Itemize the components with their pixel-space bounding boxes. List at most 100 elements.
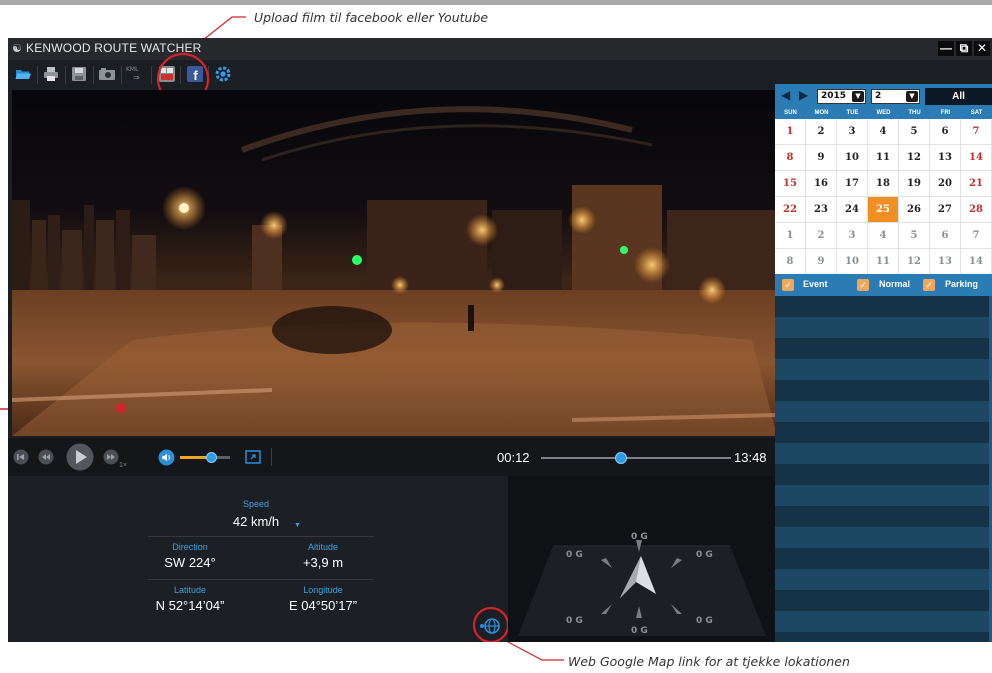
list-item[interactable] [775, 401, 989, 422]
fullscreen-icon[interactable] [245, 449, 261, 465]
fast-forward-icon[interactable] [103, 449, 119, 465]
print-icon[interactable] [42, 65, 60, 83]
speed-dropdown-icon[interactable]: ▼ [294, 522, 301, 529]
list-item[interactable] [775, 569, 989, 590]
calendar-day[interactable]: 26 [899, 197, 930, 223]
restore-button[interactable]: ⧉ [956, 41, 972, 56]
volume-slider-knob[interactable] [206, 452, 217, 463]
toolbar-separator [93, 66, 94, 84]
next-month-icon[interactable]: ▶ [799, 88, 808, 102]
calendar-grid: 1 2 3 4 5 6 7 8 9 10 11 12 13 14 15 16 17 18 19 20 21 22 23 24 2… [775, 119, 992, 275]
calendar-day[interactable]: 10 [837, 249, 868, 275]
year-select[interactable]: 2015 ▼ [817, 89, 866, 104]
longitude-label: Longitude [303, 585, 343, 595]
trip-info-panel: Speed 42 km/h ▼ Direction SW 224° Altitu… [8, 476, 510, 642]
list-item[interactable] [775, 380, 989, 401]
calendar-day[interactable]: 24 [837, 197, 868, 223]
calendar-day[interactable]: 13 [930, 145, 961, 171]
calendar-day[interactable]: 20 [930, 171, 961, 197]
calendar-day[interactable]: 2 [806, 223, 837, 249]
list-item[interactable] [775, 611, 989, 632]
volume-icon[interactable] [158, 449, 175, 466]
list-item[interactable] [775, 590, 989, 611]
calendar-day[interactable]: 7 [961, 119, 992, 145]
calendar-day[interactable]: 17 [837, 171, 868, 197]
calendar-day[interactable]: 4 [868, 223, 899, 249]
list-item[interactable] [775, 485, 989, 506]
list-item[interactable] [775, 632, 989, 642]
calendar-day[interactable]: 16 [806, 171, 837, 197]
month-select[interactable]: 2 ▼ [871, 89, 920, 104]
calendar-day[interactable]: 23 [806, 197, 837, 223]
rewind-icon[interactable] [38, 449, 54, 465]
map-annotation-text: Web Google Map link for at tjekke lokati… [568, 654, 850, 669]
play-button[interactable] [66, 443, 94, 471]
direction-label: Direction [172, 542, 208, 552]
list-item[interactable] [775, 359, 989, 380]
calendar-day[interactable]: 3 [837, 119, 868, 145]
calendar-day[interactable]: 12 [899, 249, 930, 275]
calendar-sidebar: ◀ ▶ 2015 ▼ 2 ▼ All SUN MON TUE WED THU FRI SAT… [775, 84, 992, 642]
g-force-top-left: 0 G [566, 550, 583, 560]
list-item[interactable] [775, 506, 989, 527]
save-icon[interactable] [70, 65, 88, 83]
list-item[interactable] [775, 422, 989, 443]
view-all-button[interactable]: All [925, 88, 992, 105]
calendar-day[interactable]: 11 [868, 249, 899, 275]
calendar-day[interactable]: 21 [961, 171, 992, 197]
calendar-day[interactable]: 14 [961, 249, 992, 275]
camera-icon[interactable] [98, 65, 116, 83]
calendar-day[interactable]: 13 [930, 249, 961, 275]
normal-checkbox[interactable]: ✓ [857, 279, 869, 291]
list-item[interactable] [775, 317, 989, 338]
calendar-day[interactable]: 10 [837, 145, 868, 171]
calendar-day[interactable]: 2 [806, 119, 837, 145]
calendar-day[interactable]: 27 [930, 197, 961, 223]
seek-bar-knob[interactable] [614, 452, 627, 464]
calendar-day[interactable]: 12 [899, 145, 930, 171]
calendar-day[interactable]: 28 [961, 197, 992, 223]
calendar-day[interactable]: 4 [868, 119, 899, 145]
g-force-top: 0 G [631, 532, 648, 542]
calendar-day-selected[interactable]: 25 [868, 197, 899, 223]
event-checkbox[interactable]: ✓ [782, 279, 794, 291]
calendar-day[interactable]: 11 [868, 145, 899, 171]
g-force-bottom: 0 G [631, 626, 648, 636]
calendar-day[interactable]: 9 [806, 145, 837, 171]
calendar-day[interactable]: 15 [775, 171, 806, 197]
calendar-day[interactable]: 6 [930, 223, 961, 249]
list-item[interactable] [775, 338, 989, 359]
kml-export-icon[interactable]: KML ⇒ [126, 65, 146, 83]
list-item[interactable] [775, 464, 989, 485]
calendar-day[interactable]: 18 [868, 171, 899, 197]
calendar-day[interactable]: 3 [837, 223, 868, 249]
seek-bar-track[interactable] [541, 452, 731, 464]
calendar-day[interactable]: 5 [899, 119, 930, 145]
calendar-day[interactable]: 22 [775, 197, 806, 223]
upload-annotation-text: Upload film til facebook eller Youtube [254, 10, 489, 25]
calendar-day[interactable]: 8 [775, 249, 806, 275]
calendar-day[interactable]: 19 [899, 171, 930, 197]
volume-slider-track[interactable] [180, 452, 230, 463]
close-button[interactable]: ✕ [974, 41, 990, 56]
info-divider [148, 579, 374, 580]
calendar-day[interactable]: 5 [899, 223, 930, 249]
folder-open-icon[interactable] [14, 65, 32, 83]
list-item[interactable] [775, 296, 989, 317]
list-item[interactable] [775, 548, 989, 569]
minimize-button[interactable]: — [938, 41, 954, 56]
calendar-day[interactable]: 14 [961, 145, 992, 171]
parking-checkbox[interactable]: ✓ [923, 279, 935, 291]
list-item[interactable] [775, 443, 989, 464]
calendar-day[interactable]: 7 [961, 223, 992, 249]
calendar-day[interactable]: 6 [930, 119, 961, 145]
calendar-day[interactable]: 9 [806, 249, 837, 275]
list-item[interactable] [775, 527, 989, 548]
normal-filter-label: Normal [879, 279, 911, 289]
calendar-day[interactable]: 1 [775, 223, 806, 249]
calendar-day[interactable]: 8 [775, 145, 806, 171]
skip-back-icon[interactable] [13, 449, 29, 465]
settings-icon[interactable] [214, 65, 232, 83]
calendar-day[interactable]: 1 [775, 119, 806, 145]
prev-month-icon[interactable]: ◀ [781, 88, 790, 102]
